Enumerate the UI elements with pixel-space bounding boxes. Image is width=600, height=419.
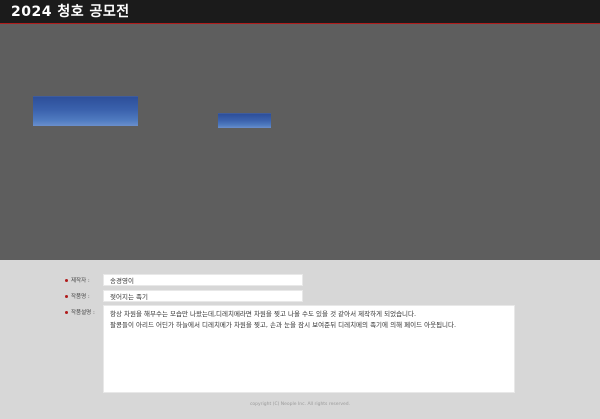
author-label: 제작자 : <box>65 277 90 285</box>
bullet-icon <box>65 295 68 298</box>
top-bar: 2024 청호 공모전 <box>0 0 600 24</box>
description-line-2: 팔콩들이 아리드 어딘가 하늘에서 디레치메가 차원을 찢고, 손과 눈을 잠시… <box>110 320 457 329</box>
artwork-sky-strip-large <box>33 96 138 126</box>
copyright-text: copyright (C) Neople Inc. All rights res… <box>249 402 351 407</box>
description-line-1: 항상 차원을 해부수는 모습만 나왔는데,디레치메라면 차원을 찢고 나올 수도… <box>110 310 417 318</box>
artwork-viewer <box>0 24 600 260</box>
site-title[interactable]: 2024 청호 공모전 <box>11 3 130 21</box>
bullet-icon <box>65 279 68 282</box>
title-label: 작품명 : <box>65 293 90 301</box>
bullet-icon <box>65 311 68 314</box>
description-field: 항상 차원을 해부수는 모습만 나왔는데,디레치메라면 차원을 찢고 나올 수도… <box>103 305 515 393</box>
description-label: 작품설명 : <box>65 309 95 317</box>
author-field: 송경영이 <box>103 274 303 286</box>
artwork-sky-strip-small <box>218 113 271 128</box>
title-field: 젖어지는 족기 <box>103 290 303 302</box>
